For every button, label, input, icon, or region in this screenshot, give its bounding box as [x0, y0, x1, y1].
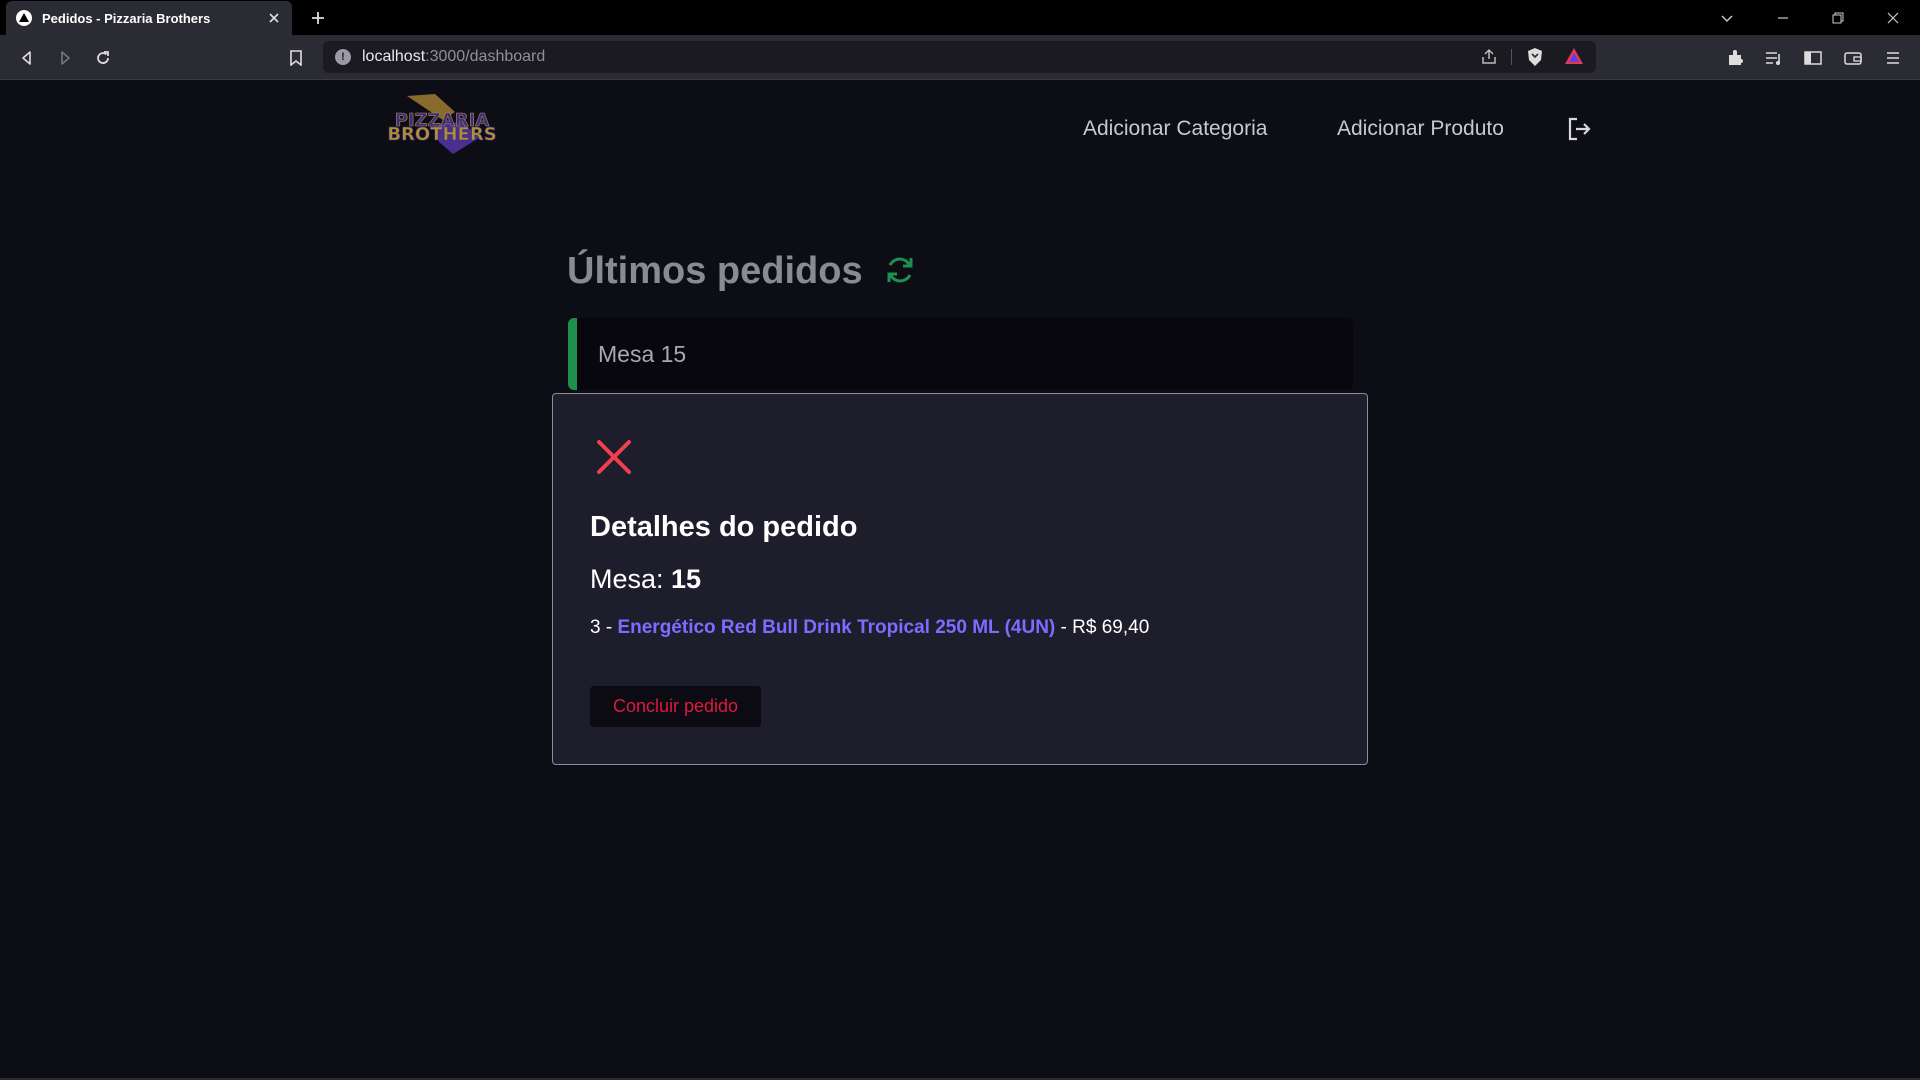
modal-title: Detalhes do pedido	[590, 511, 858, 543]
forward-icon[interactable]	[52, 45, 78, 71]
order-list-item[interactable]: Mesa 15	[568, 318, 1353, 390]
back-icon[interactable]	[14, 45, 40, 71]
nav-add-product[interactable]: Adicionar Produto	[1337, 117, 1504, 141]
address-bar[interactable]: ! localhost:3000/dashboard	[323, 41, 1596, 73]
app-header: PIZZARIA BROTHERS Adicionar Categoria Ad…	[0, 80, 1920, 170]
menu-icon[interactable]	[1880, 45, 1906, 71]
order-label: Mesa 15	[598, 340, 687, 367]
sidebar-toggle-icon[interactable]	[1800, 45, 1826, 71]
site-info-icon[interactable]: !	[335, 49, 351, 65]
wallet-icon[interactable]	[1840, 45, 1866, 71]
page-title: Últimos pedidos	[567, 250, 863, 292]
url-host: localhost	[362, 48, 426, 65]
media-queue-icon[interactable]	[1761, 45, 1787, 71]
browser-tab[interactable]: Pedidos - Pizzaria Brothers	[6, 1, 292, 35]
modal-table-number: Mesa: 15	[590, 564, 701, 595]
order-line-item: 3 - Energético Red Bull Drink Tropical 2…	[590, 617, 1149, 639]
browser-toolbar: ! localhost:3000/dashboard	[0, 35, 1920, 80]
url-divider	[1511, 49, 1512, 65]
refresh-icon[interactable]	[883, 253, 917, 287]
tab-title: Pedidos - Pizzaria Brothers	[42, 10, 211, 26]
restore-icon[interactable]	[1811, 0, 1865, 35]
nav-add-category[interactable]: Adicionar Categoria	[1083, 117, 1267, 141]
tab-close-icon[interactable]	[266, 10, 282, 26]
item-name: Energético Red Bull Drink Tropical 250 M…	[617, 617, 1056, 638]
item-price: - R$ 69,40	[1055, 617, 1150, 638]
orders-heading-row: Últimos pedidos	[567, 250, 917, 293]
order-details-modal: Detalhes do pedido Mesa: 15 3 - Energéti…	[552, 393, 1368, 765]
table-label: Mesa:	[590, 564, 672, 594]
brave-shields-icon[interactable]	[1526, 47, 1544, 72]
item-amount: 3 -	[590, 617, 618, 638]
new-tab-icon[interactable]	[306, 6, 330, 30]
bookmark-icon[interactable]	[283, 45, 309, 71]
favicon-icon	[16, 10, 32, 26]
order-status-bar	[568, 318, 577, 390]
reload-icon[interactable]	[90, 45, 116, 71]
extensions-icon[interactable]	[1722, 45, 1748, 71]
table-number: 15	[671, 564, 702, 594]
share-icon[interactable]	[1480, 48, 1498, 71]
finish-order-button[interactable]: Concluir pedido	[590, 686, 761, 727]
brave-rewards-icon[interactable]	[1564, 47, 1584, 70]
logout-icon[interactable]	[1565, 115, 1593, 143]
tab-search-chevron-icon[interactable]	[1700, 0, 1754, 35]
url-path: :3000/dashboard	[425, 48, 546, 65]
close-window-icon[interactable]	[1866, 0, 1920, 35]
close-icon[interactable]	[595, 438, 633, 476]
logo-line2: BROTHERS	[387, 124, 496, 145]
browser-tab-bar: Pedidos - Pizzaria Brothers	[0, 0, 1920, 35]
minimize-icon[interactable]	[1756, 0, 1810, 35]
pizzaria-brothers-logo[interactable]: PIZZARIA BROTHERS	[383, 90, 501, 156]
